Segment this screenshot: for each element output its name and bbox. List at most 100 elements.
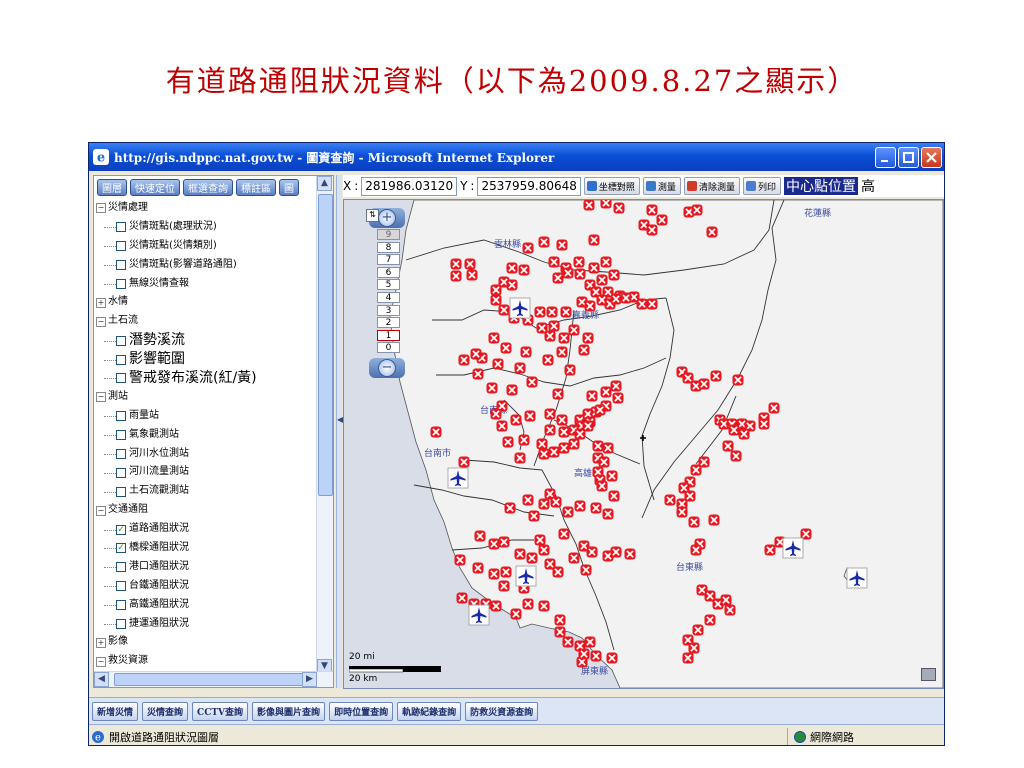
panel-splitter[interactable]: ◀ <box>336 175 343 688</box>
tool-button-layers[interactable]: 圖層 <box>97 179 127 196</box>
zoom-out-button[interactable]: − <box>378 359 396 377</box>
road-closed-marker[interactable] <box>465 268 479 282</box>
layer-checkbox[interactable] <box>116 222 126 233</box>
layer-checkbox[interactable] <box>116 467 126 478</box>
road-closed-marker[interactable] <box>581 419 595 433</box>
tree-layer-item[interactable]: 警戒發布溪流(紅/黃) <box>96 369 333 388</box>
road-closed-marker[interactable] <box>561 635 575 649</box>
map-view[interactable]: 花蓮縣雲林縣嘉義縣台南縣台南市高雄縣台東縣屏東縣 ⇅ + 9876543210 … <box>343 199 944 689</box>
road-closed-marker[interactable] <box>599 200 613 210</box>
close-button[interactable] <box>921 146 942 168</box>
tree-layer-item[interactable]: 河川水位測站 <box>96 445 333 464</box>
road-closed-marker[interactable] <box>533 533 547 547</box>
tool-button-box-query[interactable]: 框選查詢 <box>183 179 233 196</box>
tool-button-quick-locate[interactable]: 快速定位 <box>130 179 180 196</box>
road-closed-marker[interactable] <box>547 319 561 333</box>
road-closed-marker[interactable] <box>567 323 581 337</box>
road-closed-marker[interactable] <box>579 563 593 577</box>
road-closed-marker[interactable] <box>487 537 501 551</box>
tree-group[interactable]: + 水情 <box>96 293 333 312</box>
road-closed-marker[interactable] <box>561 505 575 519</box>
function-tab-button[interactable]: 軌跡紀錄查詢 <box>397 701 462 721</box>
road-closed-marker[interactable] <box>705 225 719 239</box>
road-closed-marker[interactable] <box>497 303 511 317</box>
tree-layer-item[interactable]: 無線災情查報 <box>96 275 333 294</box>
road-closed-marker[interactable] <box>577 647 591 661</box>
road-closed-marker[interactable] <box>523 409 537 423</box>
road-closed-marker[interactable] <box>541 353 555 367</box>
road-closed-marker[interactable] <box>473 529 487 543</box>
road-closed-marker[interactable] <box>521 493 535 507</box>
tree-layer-item[interactable]: ✓ 橋樑通阻狀況 <box>96 539 333 558</box>
road-closed-marker[interactable] <box>655 213 669 227</box>
expand-icon[interactable]: + <box>96 637 106 648</box>
road-closed-marker[interactable] <box>497 579 511 593</box>
road-closed-marker[interactable] <box>457 455 471 469</box>
taiwan-map[interactable]: 花蓮縣雲林縣嘉義縣台南縣台南市高雄縣台東縣屏東縣 <box>344 200 943 688</box>
road-closed-marker[interactable] <box>487 567 501 581</box>
measure-button[interactable]: 測量 <box>642 177 681 195</box>
road-closed-marker[interactable] <box>663 493 677 507</box>
road-closed-marker[interactable] <box>505 383 519 397</box>
road-closed-marker[interactable] <box>577 343 591 357</box>
tree-group[interactable]: − 交通通阻 <box>96 501 333 520</box>
tree-group[interactable]: − 測站 <box>96 388 333 407</box>
road-closed-marker[interactable] <box>505 261 519 275</box>
layer-checkbox[interactable] <box>116 600 126 611</box>
tree-layer-item[interactable]: 捷運通阻狀況 <box>96 615 333 634</box>
layer-checkbox[interactable] <box>116 279 126 289</box>
road-closed-marker[interactable] <box>549 495 563 509</box>
road-closed-marker[interactable] <box>527 509 541 523</box>
zoom-level-6[interactable]: 6 <box>377 266 400 278</box>
clear-measure-button[interactable]: 清除測量 <box>683 177 740 195</box>
road-closed-marker[interactable] <box>607 489 621 503</box>
road-closed-marker[interactable] <box>599 385 613 399</box>
road-closed-marker[interactable] <box>595 479 609 493</box>
road-closed-marker[interactable] <box>489 283 503 297</box>
road-closed-marker[interactable] <box>589 501 603 515</box>
zoom-level-1[interactable]: 1 <box>377 329 400 341</box>
function-tab-button[interactable]: 影像與圖片查詢 <box>252 701 326 721</box>
tree-layer-item[interactable]: 氣象觀測站 <box>96 426 333 445</box>
road-closed-marker[interactable] <box>737 427 751 441</box>
road-closed-marker[interactable] <box>543 423 557 437</box>
scroll-left-arrow[interactable]: ◀ <box>94 672 109 687</box>
tool-button-map[interactable]: 圖 <box>279 179 299 196</box>
road-closed-marker[interactable] <box>513 451 527 465</box>
road-closed-marker[interactable] <box>471 367 485 381</box>
airplane-icon[interactable] <box>468 604 490 626</box>
road-closed-marker[interactable] <box>582 200 596 212</box>
road-closed-marker[interactable] <box>555 345 569 359</box>
layer-checkbox[interactable] <box>116 260 126 271</box>
layer-checkbox[interactable] <box>116 354 126 365</box>
layer-checkbox[interactable]: ✓ <box>116 524 126 535</box>
road-closed-marker[interactable] <box>519 345 533 359</box>
tree-layer-item[interactable]: 影響範圍 <box>96 350 333 369</box>
road-closed-marker[interactable] <box>547 445 561 459</box>
overview-map-button[interactable] <box>921 668 936 681</box>
zoom-level-0[interactable]: 0 <box>377 342 400 354</box>
road-closed-marker[interactable] <box>553 613 567 627</box>
road-closed-marker[interactable] <box>727 423 741 437</box>
road-closed-marker[interactable] <box>525 551 539 565</box>
x-coordinate-field[interactable]: 281986.03120 <box>361 176 458 196</box>
road-closed-marker[interactable] <box>623 547 637 561</box>
road-closed-marker[interactable] <box>635 297 649 311</box>
road-closed-marker[interactable] <box>547 255 561 269</box>
scroll-up-arrow[interactable]: ▲ <box>317 176 332 191</box>
layer-checkbox[interactable] <box>116 373 126 384</box>
tree-group[interactable]: − 土石流 <box>96 312 333 331</box>
road-closed-marker[interactable] <box>553 625 567 639</box>
road-closed-marker[interactable] <box>611 391 625 405</box>
road-closed-marker[interactable] <box>723 603 737 617</box>
function-tab-button[interactable]: 防救災資源查詢 <box>465 701 539 721</box>
road-closed-marker[interactable] <box>645 203 659 217</box>
zoom-level-5[interactable]: 5 <box>377 279 400 291</box>
airplane-icon[interactable] <box>782 537 804 559</box>
road-closed-marker[interactable] <box>567 551 581 565</box>
layer-checkbox[interactable] <box>116 241 126 252</box>
road-closed-marker[interactable] <box>681 651 695 665</box>
zoom-level-3[interactable]: 3 <box>377 304 400 316</box>
road-closed-marker[interactable] <box>609 292 623 306</box>
road-closed-marker[interactable] <box>469 347 483 361</box>
